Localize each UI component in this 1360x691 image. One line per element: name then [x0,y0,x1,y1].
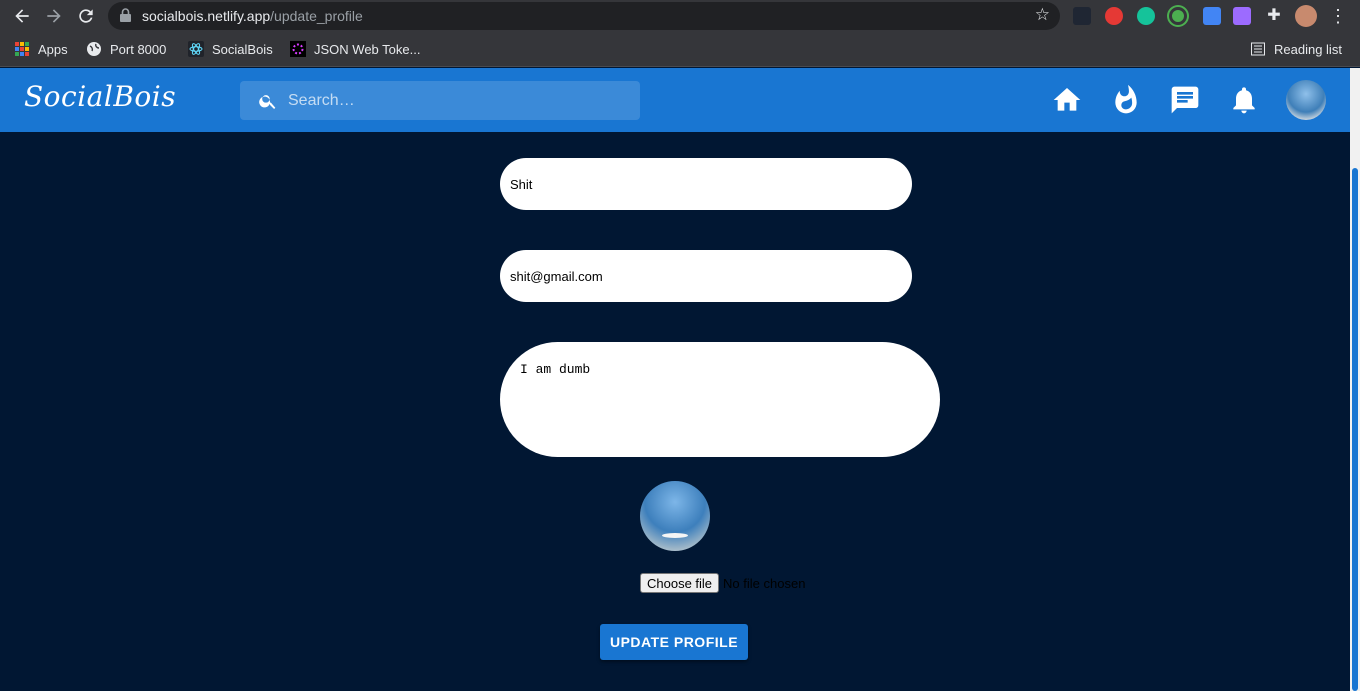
avatar-preview [640,481,710,551]
reading-list-icon [1251,42,1265,56]
extension-icon[interactable] [1203,7,1221,25]
menu-dots-icon[interactable]: ⋮ [1328,6,1348,26]
puzzle-icon[interactable]: ✚ [1265,7,1283,25]
reload-icon[interactable] [76,6,96,26]
forward-icon[interactable] [44,6,64,26]
app-logo[interactable]: SocialBois [24,80,176,113]
file-input[interactable]: Choose file No file chosen [640,573,805,593]
bookmark-jwt[interactable]: JSON Web Toke... [290,41,420,57]
bio-field[interactable]: I am dumb [500,342,940,457]
ublock-icon[interactable] [1105,7,1123,25]
jwt-icon [290,41,306,57]
bookmark-apps[interactable]: Apps [14,41,68,57]
bookmark-port-8000[interactable]: Port 8000 [86,41,166,57]
home-icon[interactable] [1051,84,1083,116]
extension-icon[interactable] [1169,7,1187,25]
choose-file-button[interactable]: Choose file [640,573,720,593]
search-box[interactable] [240,81,640,120]
profile-avatar[interactable] [1295,5,1317,27]
search-icon [259,95,276,109]
user-avatar[interactable] [1286,80,1326,120]
apps-grid-icon [14,41,30,57]
bookmark-socialbois[interactable]: SocialBois [188,41,273,57]
reading-list[interactable]: Reading list [1250,41,1342,57]
url-text: socialbois.netlify.app/update_profile [142,8,363,24]
lock-icon [120,8,131,22]
grammarly-icon[interactable] [1137,7,1155,25]
bookmark-star-icon[interactable]: ☆ [1035,5,1050,25]
extension-icon[interactable] [1233,7,1251,25]
whatshot-icon[interactable] [1110,84,1142,116]
update-profile-button[interactable]: UPDATE PROFILE [600,624,748,660]
name-field[interactable] [500,158,912,210]
react-devtools-icon[interactable] [1073,7,1091,25]
browser-toolbar: socialbois.netlify.app/update_profile ☆ … [0,0,1360,32]
scrollbar-thumb[interactable] [1352,168,1358,691]
no-file-text: No file chosen [723,575,806,591]
react-icon [188,41,204,57]
address-bar[interactable]: socialbois.netlify.app/update_profile ☆ [108,2,1060,30]
chat-icon[interactable] [1169,84,1201,116]
email-field[interactable] [500,250,912,302]
notifications-icon[interactable] [1228,84,1260,116]
search-input[interactable] [288,81,628,120]
app-header: SocialBois [0,68,1350,132]
globe-icon [87,42,101,56]
back-icon[interactable] [12,6,32,26]
bookmarks-bar: Apps Port 8000 SocialBois JSON Web Toke.… [0,32,1360,67]
